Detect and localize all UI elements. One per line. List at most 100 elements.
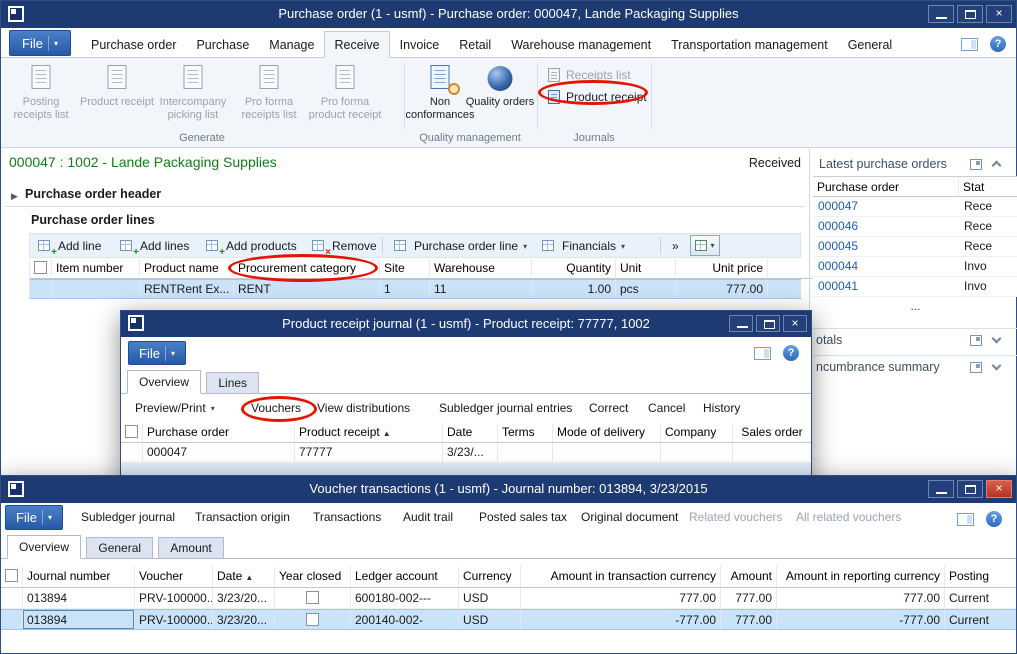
po-link[interactable]: 000045 (813, 237, 959, 256)
column-header[interactable]: Purchase order (143, 423, 295, 443)
table-row[interactable]: 000045 Rece (813, 237, 1017, 257)
table-row[interactable]: 000047 77777 3/23/... (121, 443, 811, 463)
table-row[interactable]: 000047 Rece (813, 197, 1017, 217)
tab-transportation-management[interactable]: Transportation management (661, 31, 838, 58)
column-header[interactable]: Voucher (135, 566, 213, 588)
expand-chevron-icon[interactable] (992, 361, 1002, 371)
po-link[interactable]: 000046 (813, 217, 959, 236)
close-button[interactable]: × (986, 480, 1012, 498)
tab-amount[interactable]: Amount (158, 537, 223, 558)
more-row[interactable]: ... (813, 297, 1017, 317)
purchase-order-line-menu-button[interactable]: Purchase order line ▾ (394, 236, 527, 256)
tab-general[interactable]: General (86, 537, 153, 558)
collapse-chevron-icon[interactable] (992, 161, 1002, 171)
row-selector-cell[interactable] (1, 588, 23, 608)
tab-manage[interactable]: Manage (259, 31, 324, 58)
table-row[interactable]: 000046 Rece (813, 217, 1017, 237)
tab-purchase-order[interactable]: Purchase order (81, 31, 186, 58)
year-closed-checkbox[interactable] (306, 591, 319, 604)
column-header[interactable]: Item number (52, 259, 140, 279)
help-icon[interactable]: ? (986, 511, 1002, 527)
tab-invoice[interactable]: Invoice (390, 31, 450, 58)
table-row[interactable]: 000041 Invo (813, 277, 1017, 297)
column-header[interactable]: Journal number (23, 566, 135, 588)
expand-arrow-icon[interactable]: ▶ (11, 191, 18, 202)
maximize-button[interactable] (957, 480, 983, 498)
table-row[interactable]: RENTRent Ex... RENT 1 11 1.00 pcs 777.00 (30, 279, 801, 299)
menu-transaction-origin[interactable]: Transaction origin (195, 503, 290, 531)
expand-chevron-icon[interactable] (992, 334, 1002, 344)
row-selector-cell[interactable] (1, 610, 23, 629)
menu-original-document[interactable]: Original document (581, 503, 678, 531)
help-icon[interactable]: ? (990, 36, 1006, 52)
column-header[interactable]: Amount (721, 566, 777, 588)
checkbox[interactable] (34, 261, 47, 274)
close-button[interactable]: × (986, 5, 1012, 23)
menu-posted-sales-tax[interactable]: Posted sales tax (479, 503, 567, 531)
vouchers-button[interactable]: Vouchers (251, 396, 301, 420)
file-menu-button[interactable]: File▾ (5, 505, 63, 530)
minimize-button[interactable] (928, 480, 954, 498)
more-link[interactable]: ... (910, 297, 920, 317)
add-products-button[interactable]: + Add products (206, 236, 297, 256)
minimize-button[interactable] (928, 5, 954, 23)
column-header[interactable]: Amount in transaction currency (521, 566, 721, 588)
column-header[interactable]: Site (380, 259, 430, 279)
column-header[interactable]: Unit price (676, 259, 768, 279)
file-menu-button[interactable]: File▾ (9, 30, 71, 56)
popout-icon[interactable] (970, 159, 982, 170)
view-distributions-button[interactable]: View distributions (317, 396, 410, 420)
layout-toggle-icon[interactable] (754, 347, 771, 360)
column-header-sorted[interactable]: Date▲ (213, 566, 275, 588)
minimize-button[interactable] (729, 315, 753, 332)
column-header[interactable]: Stat (959, 176, 1017, 197)
select-all-checkbox-cell[interactable] (121, 423, 143, 443)
tab-lines[interactable]: Lines (206, 372, 259, 393)
maximize-button[interactable] (957, 5, 983, 23)
quality-orders-button[interactable]: Quality orders (465, 63, 535, 129)
column-header[interactable]: Company (661, 423, 733, 443)
po-link[interactable]: 000044 (813, 257, 959, 276)
checkbox[interactable] (5, 569, 18, 582)
tab-purchase[interactable]: Purchase (186, 31, 259, 58)
table-row[interactable]: 000044 Invo (813, 257, 1017, 277)
history-button[interactable]: History (703, 396, 740, 420)
factbox-encumbrance-title[interactable]: ncumbrance summary (816, 360, 940, 374)
select-all-checkbox-cell[interactable] (30, 259, 52, 279)
select-all-checkbox-cell[interactable] (1, 566, 23, 588)
column-header[interactable]: Date (443, 423, 498, 443)
column-header[interactable]: Quantity (532, 259, 616, 279)
tab-retail[interactable]: Retail (449, 31, 501, 58)
tab-overview[interactable]: Overview (7, 535, 81, 559)
menu-audit-trail[interactable]: Audit trail (403, 503, 453, 531)
column-header[interactable]: Unit (616, 259, 676, 279)
preview-print-menu-button[interactable]: Preview/Print▾ (135, 396, 215, 420)
tab-receive[interactable]: Receive (324, 31, 389, 58)
tab-warehouse-management[interactable]: Warehouse management (501, 31, 661, 58)
factbox-totals-title[interactable]: otals (816, 333, 842, 347)
tab-overview[interactable]: Overview (127, 370, 201, 394)
financials-menu-button[interactable]: Financials ▾ (542, 236, 625, 256)
factbox-latest-purchase-orders-title[interactable]: Latest purchase orders (819, 157, 947, 171)
product-receipt-journal-button[interactable]: Product receipt (548, 87, 647, 107)
toolbar-overflow-button[interactable]: » (672, 236, 679, 256)
tab-general[interactable]: General (838, 31, 902, 58)
column-header[interactable]: Currency (459, 566, 521, 588)
titlebar[interactable]: Purchase order (1 - usmf) - Purchase ord… (1, 1, 1016, 28)
column-header-procurement-category[interactable]: Procurement category (234, 259, 380, 279)
column-header[interactable]: Purchase order (813, 176, 959, 197)
table-row[interactable]: 013894 PRV-100000... 3/23/20... 200140-0… (1, 609, 1016, 630)
column-header[interactable]: Warehouse (430, 259, 532, 279)
po-link[interactable]: 000041 (813, 277, 959, 296)
help-icon[interactable]: ? (783, 345, 799, 361)
subledger-journal-entries-button[interactable]: Subledger journal entries (439, 396, 572, 420)
column-header[interactable]: Sales order (733, 423, 811, 443)
titlebar[interactable]: Product receipt journal (1 - usmf) - Pro… (121, 311, 811, 337)
cancel-button[interactable]: Cancel (648, 396, 685, 420)
column-header[interactable]: Posting (945, 566, 1016, 588)
maximize-button[interactable] (756, 315, 780, 332)
menu-subledger-journal[interactable]: Subledger journal (81, 503, 175, 531)
column-header[interactable]: Product name (140, 259, 234, 279)
column-header[interactable]: Ledger account (351, 566, 459, 588)
column-header-sorted[interactable]: Product receipt▲ (295, 423, 443, 443)
